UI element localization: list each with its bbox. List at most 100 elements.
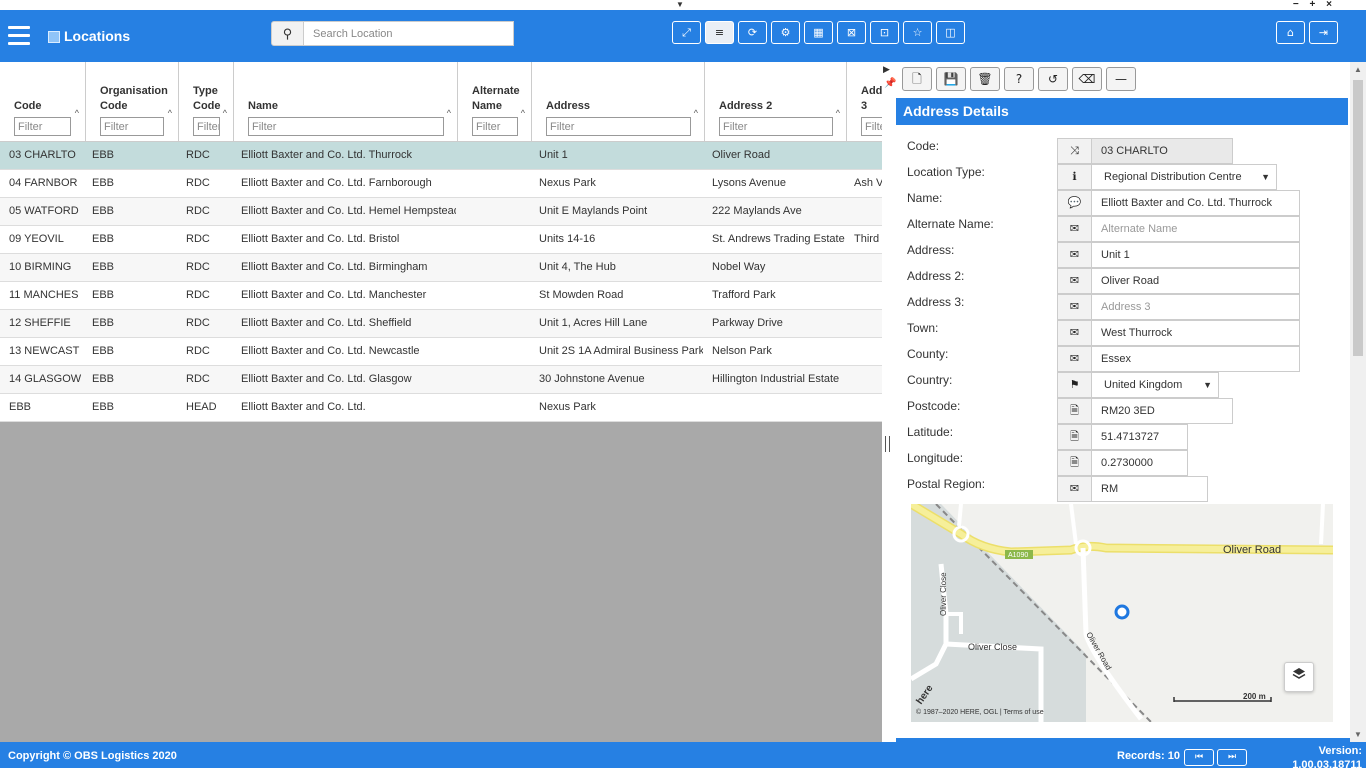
county-field[interactable] xyxy=(1091,346,1300,372)
location-map[interactable]: A1090 Oliver Road Oliver Close Oliver Cl… xyxy=(911,504,1333,722)
column-type-code[interactable]: Type Code ^ xyxy=(179,62,234,142)
label-longitude: Longitude: xyxy=(907,451,964,465)
delete-icon[interactable]: 🗑 xyxy=(970,67,1000,91)
column-address[interactable]: Address ^ xyxy=(532,62,705,142)
settings-icon[interactable]: ⚙ xyxy=(771,21,800,44)
cell-address: 30 Johnstone Avenue xyxy=(539,373,645,385)
cell-name: Elliott Baxter and Co. Ltd. Bristol xyxy=(241,233,400,245)
collapse-arrow-icon[interactable]: ▼ xyxy=(676,0,684,9)
table-row[interactable]: 12 SHEFFIE EBB RDC Elliott Baxter and Co. L… xyxy=(0,310,882,338)
hamburger-icon[interactable] xyxy=(8,26,30,46)
columns-icon[interactable]: ◫ xyxy=(936,21,965,44)
scroll-down-icon[interactable]: ▼ xyxy=(1354,730,1362,739)
address-2-field[interactable] xyxy=(1091,268,1300,294)
scrollbar-thumb[interactable] xyxy=(1353,80,1363,356)
location-type-select[interactable]: Regional Distribution Centre ▼ xyxy=(1091,164,1277,190)
cell-org: EBB xyxy=(92,373,115,385)
version-number: 1.00.03.18711 xyxy=(1292,759,1362,768)
country-select[interactable]: United Kingdom ▼ xyxy=(1091,372,1219,398)
last-record-icon[interactable]: ⏭ xyxy=(1217,749,1247,766)
table-row[interactable]: 04 FARNBOR EBB RDC Elliott Baxter and Co. L… xyxy=(0,170,882,198)
pin-icon[interactable]: 📌 xyxy=(884,78,896,89)
cell-name: Elliott Baxter and Co. Ltd. Glasgow xyxy=(241,373,412,385)
table-row[interactable]: 09 YEOVIL EBB RDC Elliott Baxter and Co. Lt… xyxy=(0,226,882,254)
sort-icon[interactable]: ^ xyxy=(836,108,840,118)
new-document-icon[interactable]: 🗋 xyxy=(902,67,932,91)
column-code[interactable]: Code ^ xyxy=(0,62,86,142)
home-icon[interactable]: ⌂ xyxy=(1276,21,1305,44)
sort-icon[interactable]: ^ xyxy=(75,108,79,118)
export-pdf-icon[interactable]: ⊡ xyxy=(870,21,899,44)
address-3-field[interactable] xyxy=(1091,294,1300,320)
collapse-panel-icon[interactable]: ▶ xyxy=(883,64,890,75)
table-row[interactable]: EBB EBB HEAD Elliott Baxter and Co. Ltd. Nex… xyxy=(0,394,882,422)
save-icon[interactable]: 💾 xyxy=(936,67,966,91)
database-icon[interactable]: ≡ xyxy=(705,21,734,44)
column-address-3[interactable]: Address 3 xyxy=(847,62,882,142)
filter-address-2[interactable] xyxy=(719,117,833,136)
town-field[interactable] xyxy=(1091,320,1300,346)
table-row[interactable]: 05 WATFORD EBB RDC Elliott Baxter and Co. L… xyxy=(0,198,882,226)
sort-icon[interactable]: ^ xyxy=(447,108,451,118)
sort-icon[interactable]: ^ xyxy=(223,108,227,118)
vertical-scrollbar[interactable]: ▲ ▼ xyxy=(1350,62,1366,742)
window-controls[interactable]: − + × xyxy=(1293,0,1336,10)
name-field[interactable] xyxy=(1091,190,1300,216)
location-marker-icon[interactable] xyxy=(1114,604,1130,620)
first-record-icon[interactable]: ⏮ xyxy=(1184,749,1214,766)
table-row[interactable]: 11 MANCHES EBB RDC Elliott Baxter and Co. L… xyxy=(0,282,882,310)
filter-organisation-code[interactable] xyxy=(100,117,164,136)
panel-title: Address Details xyxy=(896,98,1348,125)
alternate-name-field[interactable] xyxy=(1091,216,1300,242)
column-alternate-name[interactable]: Alternate Name ^ xyxy=(458,62,532,142)
longitude-field[interactable] xyxy=(1091,450,1188,476)
favourite-icon[interactable]: ☆ xyxy=(903,21,932,44)
table-row[interactable]: 13 NEWCAST EBB RDC Elliott Baxter and Co. L… xyxy=(0,338,882,366)
map-minor-road xyxy=(957,504,963,527)
refresh-icon[interactable]: ⟳ xyxy=(738,21,767,44)
panel-splitter[interactable]: ▶ 📌 xyxy=(882,62,896,742)
filter-address-3[interactable] xyxy=(861,117,882,136)
filter-type-code[interactable] xyxy=(193,117,220,136)
table-row[interactable]: 14 GLASGOW EBB RDC Elliott Baxter and Co. L… xyxy=(0,366,882,394)
map-attribution[interactable]: © 1987–2020 HERE, OGL | Terms of use xyxy=(916,708,1044,716)
export-excel-icon[interactable]: ⊠ xyxy=(837,21,866,44)
layers-icon[interactable] xyxy=(1284,662,1314,692)
code-field[interactable] xyxy=(1091,138,1233,164)
grid-icon[interactable]: ▦ xyxy=(804,21,833,44)
minimize-icon[interactable]: — xyxy=(1106,67,1136,91)
chevron-down-icon: ▼ xyxy=(1261,172,1270,182)
column-address-2[interactable]: Address 2 ^ xyxy=(705,62,847,142)
scroll-up-icon[interactable]: ▲ xyxy=(1354,65,1362,74)
expand-icon[interactable]: ⤢ xyxy=(672,21,701,44)
column-label: Address xyxy=(546,100,591,112)
envelope-icon: ✉ xyxy=(1057,216,1091,242)
eraser-icon[interactable]: ⌫ xyxy=(1072,67,1102,91)
document-icon: 🗎 xyxy=(1057,450,1091,476)
logout-icon[interactable]: ⇥ xyxy=(1309,21,1338,44)
sort-icon[interactable]: ^ xyxy=(168,108,172,118)
search-input[interactable] xyxy=(304,21,514,46)
help-icon[interactable]: ? xyxy=(1004,67,1034,91)
table-row[interactable]: 10 BIRMING EBB RDC Elliott Baxter and Co. L… xyxy=(0,254,882,282)
search-icon[interactable]: ⚲ xyxy=(271,21,304,46)
cell-name: Elliott Baxter and Co. Ltd. Manchester xyxy=(241,289,427,301)
sort-icon[interactable]: ^ xyxy=(521,108,525,118)
postcode-field[interactable] xyxy=(1091,398,1233,424)
label-country: Country: xyxy=(907,373,953,387)
splitter-grip[interactable] xyxy=(885,436,890,452)
cell-address: Nexus Park xyxy=(539,401,596,413)
column-name[interactable]: Name ^ xyxy=(234,62,458,142)
filter-code[interactable] xyxy=(14,117,71,136)
filter-name[interactable] xyxy=(248,117,444,136)
cell-type: RDC xyxy=(186,289,210,301)
sort-icon[interactable]: ^ xyxy=(694,108,698,118)
postal-region-field[interactable] xyxy=(1091,476,1208,502)
filter-address[interactable] xyxy=(546,117,691,136)
filter-alternate-name[interactable] xyxy=(472,117,518,136)
address-field[interactable] xyxy=(1091,242,1300,268)
undo-icon[interactable]: ↺ xyxy=(1038,67,1068,91)
latitude-field[interactable] xyxy=(1091,424,1188,450)
column-organisation-code[interactable]: Organisation Code ^ xyxy=(86,62,179,142)
table-row[interactable]: 03 CHARLTO EBB RDC Elliott Baxter and Co. L… xyxy=(0,142,882,170)
